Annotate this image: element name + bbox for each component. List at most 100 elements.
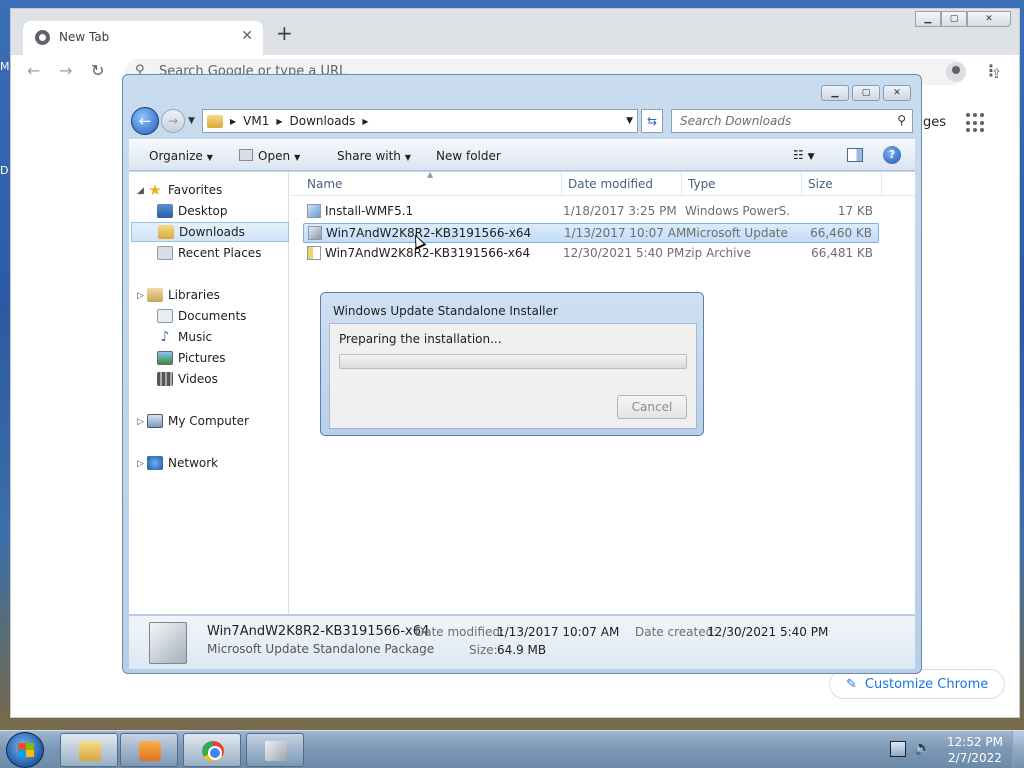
close-button[interactable]: ✕ bbox=[967, 11, 1011, 27]
volume-speaker-icon[interactable]: 🔈 bbox=[914, 740, 931, 756]
menu-kebab-icon[interactable]: ⋮ bbox=[983, 61, 999, 80]
column-divider[interactable] bbox=[881, 172, 882, 196]
breadcrumb-separator-icon[interactable]: ▶ bbox=[362, 117, 368, 126]
refresh-icon[interactable]: ⇆ bbox=[641, 109, 663, 133]
nav-favorites[interactable]: ★ Favorites bbox=[147, 180, 305, 200]
images-link[interactable]: ges bbox=[923, 115, 946, 130]
forward-arrow-icon[interactable]: → bbox=[59, 61, 72, 80]
breadcrumb-downloads[interactable]: Downloads bbox=[290, 114, 356, 128]
minimize-button[interactable]: ▁ bbox=[915, 11, 941, 27]
search-placeholder: Search Downloads bbox=[680, 114, 792, 128]
taskbar: 🔈 12:52 PM 2/7/2022 bbox=[0, 730, 1024, 768]
maximize-button[interactable]: ▢ bbox=[941, 11, 967, 27]
address-history-dropdown-icon[interactable]: ▼ bbox=[626, 116, 633, 126]
organize-button[interactable]: Organize ▼ bbox=[149, 149, 213, 163]
media-player-icon bbox=[139, 741, 161, 761]
file-type: zip Archive bbox=[685, 246, 751, 260]
new-tab-button[interactable]: + bbox=[276, 23, 293, 43]
update-installer-dialog: Windows Update Standalone Installer Prep… bbox=[320, 292, 704, 436]
profile-avatar-icon[interactable] bbox=[946, 62, 966, 82]
chevron-down-icon: ▼ bbox=[206, 153, 213, 162]
pictures-icon bbox=[157, 351, 173, 365]
breadcrumb-separator-icon[interactable]: ▶ bbox=[230, 117, 236, 126]
file-row[interactable]: Win7AndW2K8R2-KB3191566-x64 12/30/2021 5… bbox=[303, 244, 879, 264]
nav-label: Network bbox=[168, 456, 219, 470]
preview-pane-icon[interactable] bbox=[847, 148, 863, 162]
open-button[interactable]: Open ▼ bbox=[239, 149, 300, 163]
nav-libraries[interactable]: Libraries bbox=[147, 285, 305, 305]
file-size: 17 KB bbox=[837, 204, 873, 218]
column-divider[interactable] bbox=[561, 172, 562, 196]
show-desktop-button[interactable] bbox=[1012, 731, 1024, 768]
column-header-name[interactable]: Name bbox=[307, 177, 342, 191]
command-bar: Organize ▼ Open ▼ Share with ▼ New folder ☷… bbox=[129, 139, 915, 171]
star-icon: ★ bbox=[148, 181, 162, 199]
taskbar-media-player-button[interactable] bbox=[120, 733, 178, 767]
network-tray-icon[interactable] bbox=[890, 741, 906, 757]
address-bar[interactable]: ▶ VM1 ▶ Downloads ▶ ▼ bbox=[202, 109, 638, 133]
view-list-icon: ☷ bbox=[793, 148, 804, 162]
expand-arrow-icon[interactable]: ▷ bbox=[137, 459, 144, 469]
share-with-button[interactable]: Share with ▼ bbox=[337, 149, 411, 163]
column-header-type[interactable]: Type bbox=[688, 177, 716, 191]
tab-title: New Tab bbox=[59, 30, 110, 44]
column-divider[interactable] bbox=[801, 172, 802, 196]
windows-logo-icon bbox=[18, 743, 34, 757]
file-type: Microsoft Update ... bbox=[686, 226, 792, 240]
details-size-value: 64.9 MB bbox=[497, 643, 547, 657]
explorer-minimize-button[interactable]: ▁ bbox=[821, 85, 849, 101]
chevron-down-icon: ▼ bbox=[807, 152, 815, 162]
desktop-icon-label-fragment: D bbox=[0, 164, 9, 177]
recent-pages-dropdown-icon[interactable]: ▼ bbox=[188, 116, 195, 126]
nav-downloads[interactable]: Downloads bbox=[131, 222, 289, 242]
file-date-modified: 1/18/2017 3:25 PM bbox=[563, 204, 677, 218]
help-icon[interactable]: ? bbox=[883, 146, 901, 164]
expand-arrow-icon[interactable]: ▷ bbox=[137, 417, 144, 427]
new-folder-button[interactable]: New folder bbox=[436, 149, 501, 163]
chevron-down-icon: ▼ bbox=[404, 153, 412, 162]
column-header-date-modified[interactable]: Date modified bbox=[568, 177, 653, 191]
expand-arrow-icon[interactable]: ▷ bbox=[137, 291, 144, 301]
nav-network[interactable]: Network bbox=[147, 453, 305, 473]
breadcrumb-vm1[interactable]: VM1 bbox=[243, 114, 269, 128]
chrome-tab-strip: New Tab ✕ + ▁ ▢ ✕ bbox=[11, 9, 1019, 55]
taskbar-explorer-button[interactable] bbox=[60, 733, 118, 767]
collapse-arrow-icon[interactable]: ◢ bbox=[137, 186, 144, 196]
file-row[interactable]: Install-WMF5.1 1/18/2017 3:25 PM Windows… bbox=[303, 202, 879, 222]
column-divider[interactable] bbox=[681, 172, 682, 196]
taskbar-chrome-button[interactable] bbox=[183, 733, 241, 767]
taskbar-installer-button[interactable] bbox=[246, 733, 304, 767]
tab-new-tab[interactable]: New Tab ✕ bbox=[23, 21, 263, 55]
start-button[interactable] bbox=[6, 732, 44, 768]
cancel-button[interactable]: Cancel bbox=[617, 395, 687, 419]
nav-my-computer[interactable]: My Computer bbox=[147, 411, 305, 431]
open-with-icon bbox=[239, 149, 253, 161]
installer-package-icon bbox=[265, 741, 287, 761]
nav-label: Libraries bbox=[168, 288, 220, 302]
msu-package-icon bbox=[308, 226, 322, 240]
breadcrumb-separator-icon[interactable]: ▶ bbox=[276, 117, 282, 126]
chrome-logo-icon bbox=[202, 741, 224, 761]
tab-close-icon[interactable]: ✕ bbox=[241, 28, 253, 44]
new-folder-label: New folder bbox=[436, 149, 501, 163]
reload-icon[interactable]: ↻ bbox=[91, 61, 104, 80]
explorer-maximize-button[interactable]: ▢ bbox=[852, 85, 880, 101]
explorer-close-button[interactable]: ✕ bbox=[883, 85, 911, 101]
dialog-title: Windows Update Standalone Installer bbox=[333, 304, 558, 318]
forward-button[interactable]: → bbox=[161, 109, 185, 133]
file-row-selected[interactable]: Win7AndW2K8R2-KB3191566-x64 1/13/2017 10… bbox=[303, 223, 879, 243]
column-header-size[interactable]: Size bbox=[808, 177, 833, 191]
clock-time[interactable]: 12:52 PM bbox=[940, 735, 1010, 749]
desktop-icon-label-fragment: M bbox=[0, 60, 10, 73]
folder-icon bbox=[79, 741, 101, 761]
file-name: Install-WMF5.1 bbox=[325, 204, 414, 218]
back-button[interactable]: ← bbox=[131, 107, 159, 135]
back-arrow-icon[interactable]: ← bbox=[27, 61, 40, 80]
search-downloads-input[interactable]: Search Downloads ⚲ bbox=[671, 109, 913, 133]
installation-progress-bar bbox=[339, 354, 687, 369]
clock-date[interactable]: 2/7/2022 bbox=[940, 751, 1010, 765]
details-date-created-label: Date created: bbox=[635, 625, 718, 639]
change-view-button[interactable]: ☷ ▼ bbox=[793, 148, 815, 162]
google-apps-icon[interactable] bbox=[966, 113, 986, 133]
pencil-icon: ✎ bbox=[846, 676, 857, 692]
